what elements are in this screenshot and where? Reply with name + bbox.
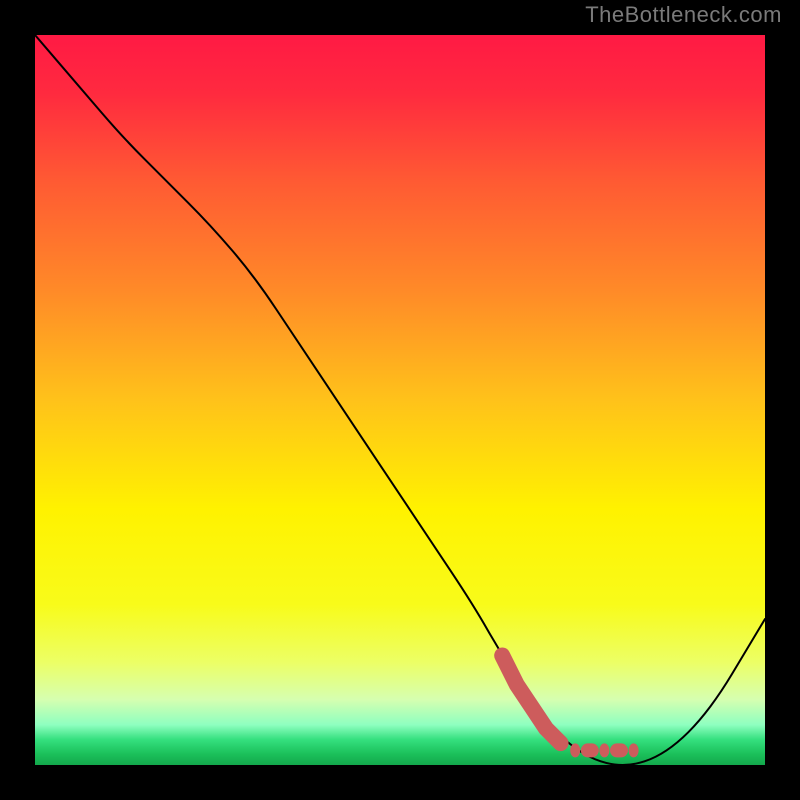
optimum-band-markers	[502, 656, 638, 758]
bottleneck-curve	[35, 35, 765, 765]
chart-svg	[35, 35, 765, 765]
chart-container: TheBottleneck.com	[0, 0, 800, 800]
plot-area	[35, 35, 765, 765]
attribution-label: TheBottleneck.com	[585, 2, 782, 28]
